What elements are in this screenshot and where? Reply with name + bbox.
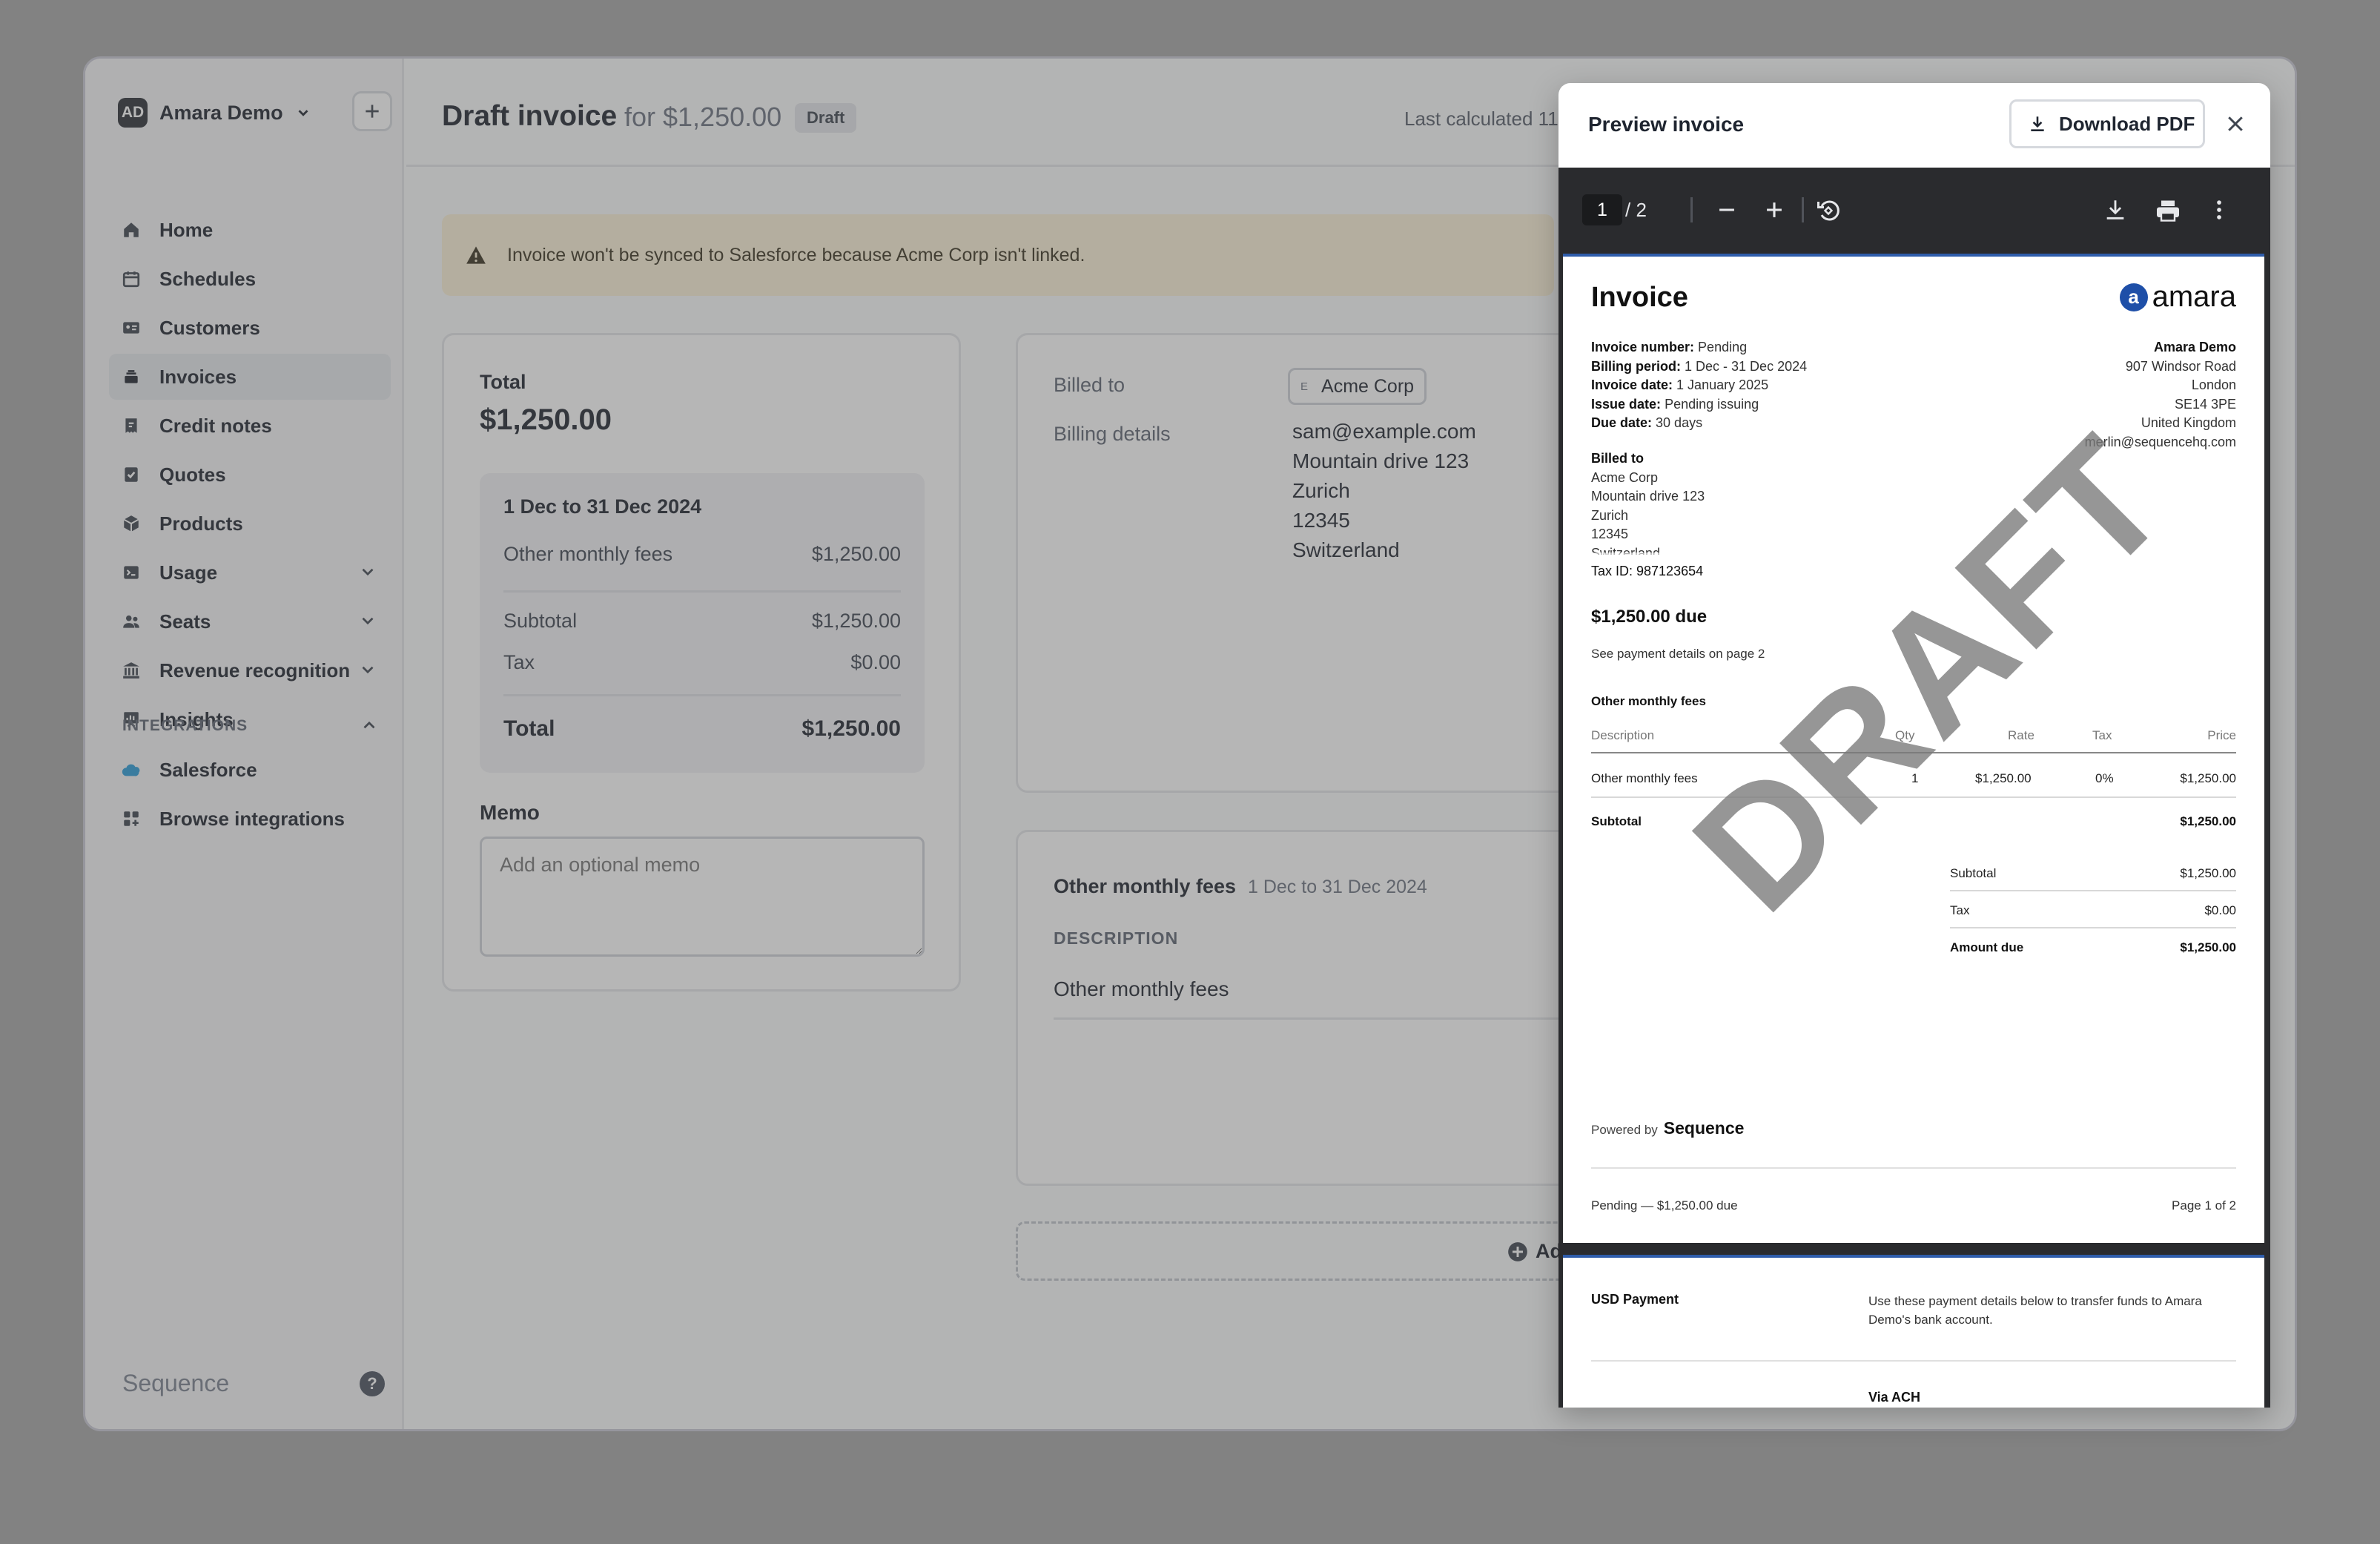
print-icon[interactable] xyxy=(2155,197,2181,224)
line-tax: 0% xyxy=(2095,771,2114,785)
billed-to-line: Zurich xyxy=(1591,507,1629,523)
col-description: Description xyxy=(1591,728,1655,742)
billed-to-line: 12345 xyxy=(1591,527,1629,541)
zoom-in-icon[interactable] xyxy=(1762,197,1787,222)
billed-to-heading: Billed to xyxy=(1591,451,1644,466)
amount-due-label: Amount due xyxy=(1950,940,2024,954)
download-icon[interactable] xyxy=(2103,197,2128,222)
payment-details-note: See payment details on page 2 xyxy=(1591,647,1765,661)
amount-due-heading: $1,250.00 due xyxy=(1591,607,1708,627)
download-pdf-label: Download PDF xyxy=(2059,112,2195,135)
toolbar-separator xyxy=(1690,197,1693,222)
preview-title: Preview invoice xyxy=(1588,113,1745,136)
download-pdf-button[interactable]: Download PDF xyxy=(2009,99,2205,148)
zoom-out-icon[interactable] xyxy=(1714,197,1739,222)
summary-rule xyxy=(1950,927,2236,928)
payment-rule xyxy=(1591,1360,2236,1362)
summary-tax-value: $0.00 xyxy=(2204,903,2236,917)
seller-address: Amara Demo 907 Windsor Road London SE14 … xyxy=(2085,338,2236,452)
line-rate: $1,250.00 xyxy=(1975,771,2032,785)
seller-name: Amara Demo xyxy=(2153,340,2236,354)
toolbar-separator xyxy=(1802,197,1804,222)
meta-row: Invoice date: 1 January 2025 xyxy=(1591,377,1769,392)
footer-page-number: Page 1 of 2 xyxy=(2172,1198,2236,1213)
invoice-meta: Invoice number: Pending Billing period: … xyxy=(1591,338,1807,433)
page-count: / 2 xyxy=(1625,199,1647,221)
pdf-page-1: Invoice a amara Invoice number: Pending … xyxy=(1563,254,2264,1243)
amount-due-value: $1,250.00 xyxy=(2180,940,2236,954)
footer-rule xyxy=(1591,1167,2236,1169)
amara-logo: a amara xyxy=(2119,280,2236,314)
line-description: Other monthly fees xyxy=(1591,771,1698,785)
payment-heading: USD Payment xyxy=(1591,1292,1679,1307)
seller-line: SE14 3PE xyxy=(2174,396,2236,412)
logo-text: amara xyxy=(2152,280,2236,313)
payment-instructions: Use these payment details below to trans… xyxy=(1868,1294,2202,1327)
meta-row: Billing period: 1 Dec - 31 Dec 2024 xyxy=(1591,358,1808,374)
summary-subtotal-value: $1,250.00 xyxy=(2180,866,2236,880)
more-vertical-icon[interactable] xyxy=(2207,197,2232,222)
col-tax: Tax xyxy=(2092,728,2112,742)
seller-line: 907 Windsor Road xyxy=(2125,358,2236,374)
page-number-input[interactable]: 1 xyxy=(1582,194,1622,225)
pdf-page-2: USD Payment Use these payment details be… xyxy=(1563,1255,2264,1408)
meta-row: Invoice number: Pending xyxy=(1591,340,1748,354)
powered-by-text: Powered by xyxy=(1591,1123,1658,1137)
meta-row: Due date: 30 days xyxy=(1591,415,1703,430)
sequence-logo: Sequence xyxy=(1663,1118,1745,1138)
invoice-section-title: Other monthly fees xyxy=(1591,694,1706,708)
section-subtotal-label: Subtotal xyxy=(1591,814,1642,828)
summary-subtotal-label: Subtotal xyxy=(1950,866,1997,880)
col-price: Price xyxy=(2207,728,2236,742)
invoice-billed-to: Billed to Acme Corp Mountain drive 123 Z… xyxy=(1591,449,1705,563)
billed-to-line: Acme Corp xyxy=(1591,469,1659,485)
summary-rule xyxy=(1950,890,2236,891)
logo-mark: a xyxy=(2119,283,2148,311)
pdf-viewer: 1 / 2 Invoice a amara Invoice number: Pe… xyxy=(1558,168,2270,1408)
draft-watermark: DRAFT xyxy=(1658,400,2203,946)
payment-method: Via ACH xyxy=(1868,1390,1921,1405)
close-icon[interactable] xyxy=(2224,113,2247,135)
col-rate: Rate xyxy=(2008,728,2034,742)
tax-id-highlight: Tax ID: 987123654 xyxy=(1579,555,1719,587)
invoice-heading: Invoice xyxy=(1591,282,1688,313)
billed-to-line: Mountain drive 123 xyxy=(1591,489,1705,504)
seller-line: London xyxy=(2191,377,2236,392)
seller-line: United Kingdom xyxy=(2141,415,2236,430)
pdf-toolbar: 1 / 2 xyxy=(1558,168,2270,254)
powered-by: Powered by Sequence xyxy=(1591,1118,1744,1138)
rotate-icon[interactable] xyxy=(1815,197,1842,224)
meta-row: Issue date: Pending issuing xyxy=(1591,396,1759,412)
summary-tax-label: Tax xyxy=(1950,903,1970,917)
line-price: $1,250.00 xyxy=(2180,771,2236,785)
download-icon xyxy=(2031,116,2044,131)
footer-status: Pending — $1,250.00 due xyxy=(1591,1198,1738,1213)
section-subtotal-value: $1,250.00 xyxy=(2180,814,2236,828)
preview-header: Preview invoice Download PDF xyxy=(1558,83,2270,168)
preview-invoice-panel: Preview invoice Download PDF 1 / 2 Invoi… xyxy=(1558,83,2270,1408)
